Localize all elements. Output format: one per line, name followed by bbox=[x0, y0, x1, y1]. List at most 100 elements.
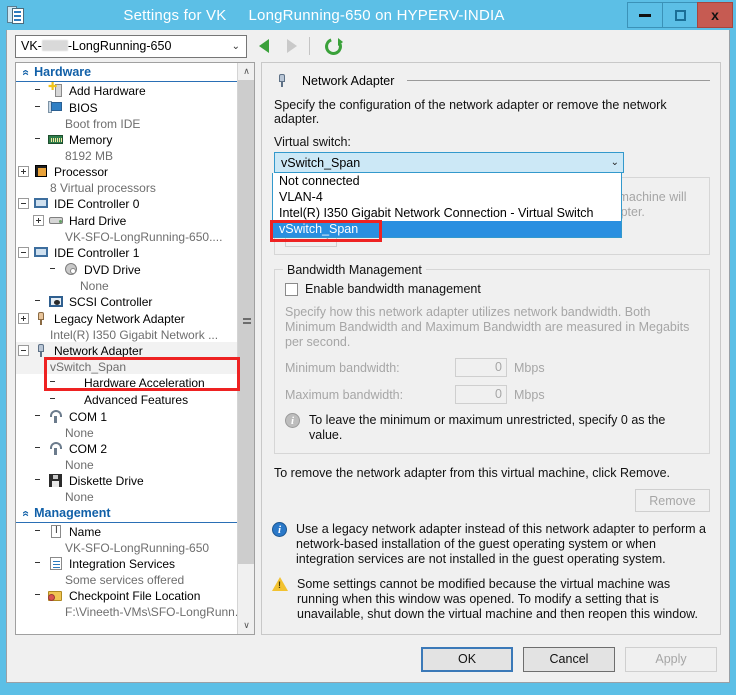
tree-item-subtext: Some services offered bbox=[65, 572, 185, 587]
tree-item-label: DVD Drive bbox=[84, 262, 141, 277]
bandwidth-legend: Bandwidth Management bbox=[283, 263, 426, 277]
legacy-network-adapter-icon bbox=[33, 311, 49, 326]
tree-item-hard-drive[interactable]: Hard Drive bbox=[16, 212, 238, 229]
maximum-bandwidth-input[interactable]: 0 bbox=[455, 385, 507, 404]
tree-item-com-2[interactable]: COM 2 bbox=[16, 440, 238, 457]
forward-button[interactable] bbox=[281, 35, 303, 57]
remove-button[interactable]: Remove bbox=[635, 489, 710, 512]
warning-icon bbox=[272, 577, 288, 591]
tree-item-subtext: Boot from IDE bbox=[65, 116, 141, 131]
sidebar-scrollbar[interactable]: ∧ ∨ bbox=[237, 63, 254, 634]
tree-item-memory[interactable]: Memory bbox=[16, 131, 238, 148]
tree-item-com-1[interactable]: COM 1 bbox=[16, 408, 238, 425]
tree-item-diskette-drive[interactable]: Diskette Drive bbox=[16, 472, 238, 489]
expand-icon[interactable] bbox=[18, 166, 29, 177]
virtual-switch-dropdown[interactable]: vSwitch_Span ⌄ bbox=[274, 152, 624, 173]
virtual-switch-option[interactable]: vSwitch_Span bbox=[273, 221, 621, 237]
minimum-bandwidth-input[interactable]: 0 bbox=[455, 358, 507, 377]
ide-controller-icon bbox=[33, 245, 49, 260]
toolbar: VK- -LongRunning-650 ⌄ bbox=[7, 30, 729, 62]
maximum-bandwidth-row: Maximum bandwidth: 0 Mbps bbox=[285, 385, 699, 404]
add-hardware-icon: ✚ bbox=[48, 82, 64, 98]
enable-bandwidth-row[interactable]: Enable bandwidth management bbox=[285, 282, 699, 296]
scrollbar-thumb[interactable] bbox=[238, 80, 254, 564]
virtual-switch-option[interactable]: Not connected bbox=[273, 173, 621, 189]
collapse-icon[interactable] bbox=[18, 247, 29, 258]
running-vm-warning: Some settings cannot be modified because… bbox=[272, 577, 710, 622]
chevron-down-icon: ⌄ bbox=[610, 157, 619, 168]
tree-item-label: Integration Services bbox=[69, 556, 176, 571]
tree-group-header-hardware[interactable]: «Hardware bbox=[16, 63, 238, 82]
enable-bandwidth-label: Enable bandwidth management bbox=[305, 282, 481, 296]
tree-item-hardware-acceleration[interactable]: Hardware Acceleration bbox=[16, 374, 238, 391]
expand-icon[interactable] bbox=[18, 313, 29, 324]
tree-item-legacy-network-adapter[interactable]: Legacy Network Adapter bbox=[16, 310, 238, 327]
cancel-button[interactable]: Cancel bbox=[523, 646, 615, 672]
tree-item-name[interactable]: Name bbox=[16, 523, 238, 540]
tree-item-processor[interactable]: Processor bbox=[16, 163, 238, 180]
maximize-button[interactable] bbox=[662, 2, 698, 28]
maximum-bandwidth-unit: Mbps bbox=[514, 387, 545, 402]
refresh-icon bbox=[321, 34, 345, 58]
back-button[interactable] bbox=[253, 35, 275, 57]
tree-item-subtext: VK-SFO-LongRunning-650.... bbox=[65, 229, 223, 244]
tree-item-integration-services[interactable]: Integration Services bbox=[16, 555, 238, 572]
close-button[interactable]: x bbox=[697, 2, 733, 28]
hard-drive-icon bbox=[48, 213, 64, 228]
tree-item-bios[interactable]: BIOS bbox=[16, 99, 238, 116]
bios-icon bbox=[48, 100, 64, 115]
dialog-footer: OK Cancel Apply bbox=[7, 636, 729, 682]
tree-item-ide-controller-0[interactable]: IDE Controller 0 bbox=[16, 195, 238, 212]
tree-item-subtext: vSwitch_Span bbox=[16, 359, 238, 374]
tree-item-advanced-features[interactable]: Advanced Features bbox=[16, 391, 238, 408]
expand-icon[interactable] bbox=[33, 215, 44, 226]
tree-item-subtext: VK-SFO-LongRunning-650 bbox=[65, 540, 210, 555]
tree-item-label: Name bbox=[69, 524, 102, 539]
ide-controller-icon bbox=[33, 196, 49, 211]
refresh-button[interactable] bbox=[321, 34, 345, 58]
tree-item-add-hardware[interactable]: ✚ Add Hardware bbox=[16, 82, 238, 99]
network-adapter-icon bbox=[33, 343, 49, 358]
info-icon: i bbox=[285, 413, 300, 428]
ok-button[interactable]: OK bbox=[421, 646, 513, 672]
tree-item-label: IDE Controller 1 bbox=[54, 245, 140, 260]
tree-item-subtext: None bbox=[80, 278, 109, 293]
spacer bbox=[33, 134, 44, 145]
network-adapter-icon bbox=[274, 73, 290, 88]
redacted-text bbox=[41, 40, 68, 51]
scroll-down-button[interactable]: ∨ bbox=[238, 617, 254, 634]
virtual-switch-option[interactable]: VLAN-4 bbox=[273, 189, 621, 205]
minimize-icon bbox=[639, 13, 651, 17]
spacer bbox=[33, 85, 44, 96]
virtual-switch-label: Virtual switch: bbox=[274, 135, 351, 149]
maximize-icon bbox=[674, 9, 686, 21]
collapse-icon[interactable] bbox=[18, 198, 29, 209]
virtual-switch-options-list[interactable]: Not connected VLAN-4 Intel(R) I350 Gigabit… bbox=[272, 173, 622, 238]
minimize-button[interactable] bbox=[627, 2, 663, 28]
tree-item-checkpoint-file-location[interactable]: Checkpoint File Location bbox=[16, 587, 238, 604]
maximum-bandwidth-label: Maximum bandwidth: bbox=[285, 387, 404, 402]
vm-selector-dropdown[interactable]: VK- -LongRunning-650 ⌄ bbox=[15, 34, 247, 58]
tree-item-label: Network Adapter bbox=[54, 343, 143, 358]
tree-content: «Hardware ✚ Add Hardware BIOS Boot from IDE M… bbox=[16, 63, 238, 634]
tree-item-subtext: F:\Vineeth-VMs\SFO-LongRunn... bbox=[65, 604, 238, 619]
tree-group-header-management[interactable]: «Management bbox=[16, 504, 238, 523]
tree-item-scsi-controller[interactable]: SCSI Controller bbox=[16, 293, 238, 310]
apply-button[interactable]: Apply bbox=[625, 646, 717, 672]
tree-item-network-adapter[interactable]: Network Adapter bbox=[16, 342, 238, 359]
spacer bbox=[33, 102, 44, 113]
tree-item-label: Diskette Drive bbox=[69, 473, 144, 488]
scroll-up-button[interactable]: ∧ bbox=[238, 63, 254, 80]
virtual-switch-option[interactable]: Intel(R) I350 Gigabit Network Connection… bbox=[273, 205, 621, 221]
vm-selector-value: VK- -LongRunning-650 bbox=[21, 39, 172, 53]
tree-item-label: Add Hardware bbox=[69, 83, 146, 98]
tree-item-dvd-drive[interactable]: DVD Drive bbox=[16, 261, 238, 278]
enable-bandwidth-checkbox[interactable] bbox=[285, 282, 298, 296]
settings-tree[interactable]: «Hardware ✚ Add Hardware BIOS Boot from IDE M… bbox=[15, 62, 255, 635]
tree-group-title: Management bbox=[34, 506, 111, 520]
tree-item-ide-controller-1[interactable]: IDE Controller 1 bbox=[16, 244, 238, 261]
window-title-part1: Settings for VK bbox=[123, 6, 227, 24]
arrow-right-icon bbox=[287, 39, 297, 53]
collapse-icon[interactable] bbox=[18, 345, 29, 356]
tree-item-label: BIOS bbox=[69, 100, 98, 115]
